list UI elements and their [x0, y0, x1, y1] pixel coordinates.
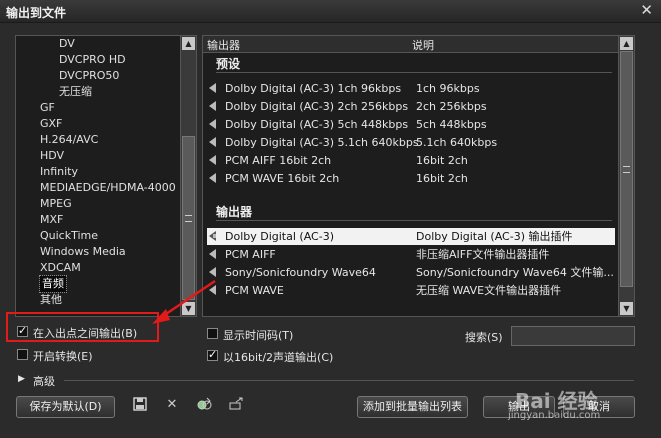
annotation-arrow — [152, 279, 216, 324]
watermark-url: jingyan.baidu.com — [508, 410, 601, 421]
